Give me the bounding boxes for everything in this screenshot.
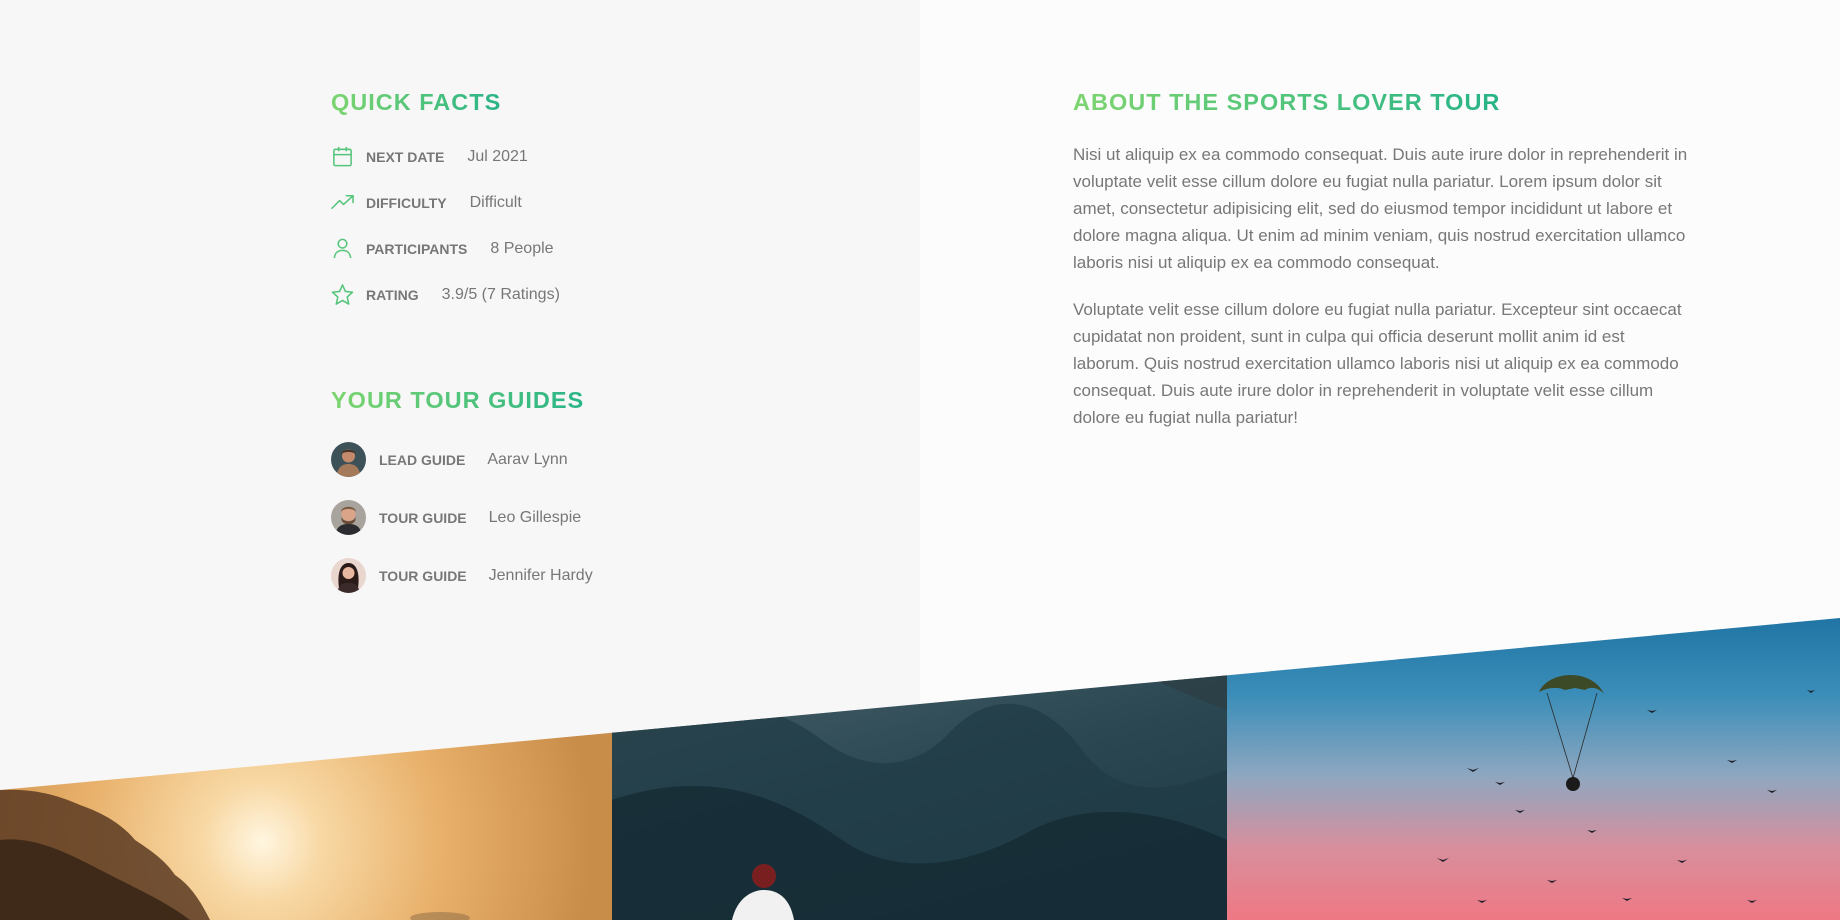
about-paragraph: Voluptate velit esse cillum dolore eu fu… — [1073, 300, 1682, 427]
guide-row: Tour Guide Jennifer Hardy — [331, 558, 593, 593]
fact-rating: Rating 3.9/5 (7 Ratings) — [331, 283, 560, 306]
guide-role: Lead Guide — [379, 451, 466, 468]
about-heading: About the Sports Lover Tour — [1073, 89, 1501, 115]
guide-row: Tour Guide Leo Gillespie — [331, 500, 593, 535]
calendar-icon — [331, 145, 354, 168]
guide-role: Tour Guide — [379, 567, 467, 584]
star-icon — [331, 283, 354, 306]
about-paragraph: Nisi ut aliquip ex ea commodo consequat.… — [1073, 145, 1688, 272]
fact-value: 3.9/5 (7 Ratings) — [441, 285, 560, 303]
guide-role: Tour Guide — [379, 509, 467, 526]
avatar — [331, 442, 366, 477]
guide-row: Lead Guide Aarav Lynn — [331, 442, 593, 477]
about-section: About the Sports Lover Tour Nisi ut aliq… — [1073, 89, 1693, 451]
quick-facts-section: Quick Facts Next Date Jul 2021 Difficult… — [331, 89, 560, 329]
fact-participants: Participants 8 People — [331, 237, 560, 260]
tour-guides-heading: Your Tour Guides — [331, 387, 585, 413]
fact-label: Next Date — [366, 148, 445, 165]
tour-guides-section: Your Tour Guides Lead Guide Aarav Lynn T… — [331, 387, 593, 616]
fact-value: Difficult — [469, 193, 522, 211]
guide-name: Aarav Lynn — [487, 450, 568, 468]
user-icon — [331, 237, 354, 260]
fact-value: Jul 2021 — [467, 147, 528, 165]
trending-up-icon — [331, 191, 354, 214]
avatar — [331, 558, 366, 593]
guide-name: Jennifer Hardy — [488, 566, 593, 584]
fact-next-date: Next Date Jul 2021 — [331, 145, 560, 168]
fact-value: 8 People — [490, 239, 554, 257]
fact-label: Difficulty — [366, 194, 447, 211]
quick-facts-heading: Quick Facts — [331, 89, 502, 115]
avatar — [331, 500, 366, 535]
fact-difficulty: Difficulty Difficult — [331, 191, 560, 214]
fact-label: Rating — [366, 286, 419, 303]
guide-name: Leo Gillespie — [488, 508, 582, 526]
fact-label: Participants — [366, 240, 468, 257]
